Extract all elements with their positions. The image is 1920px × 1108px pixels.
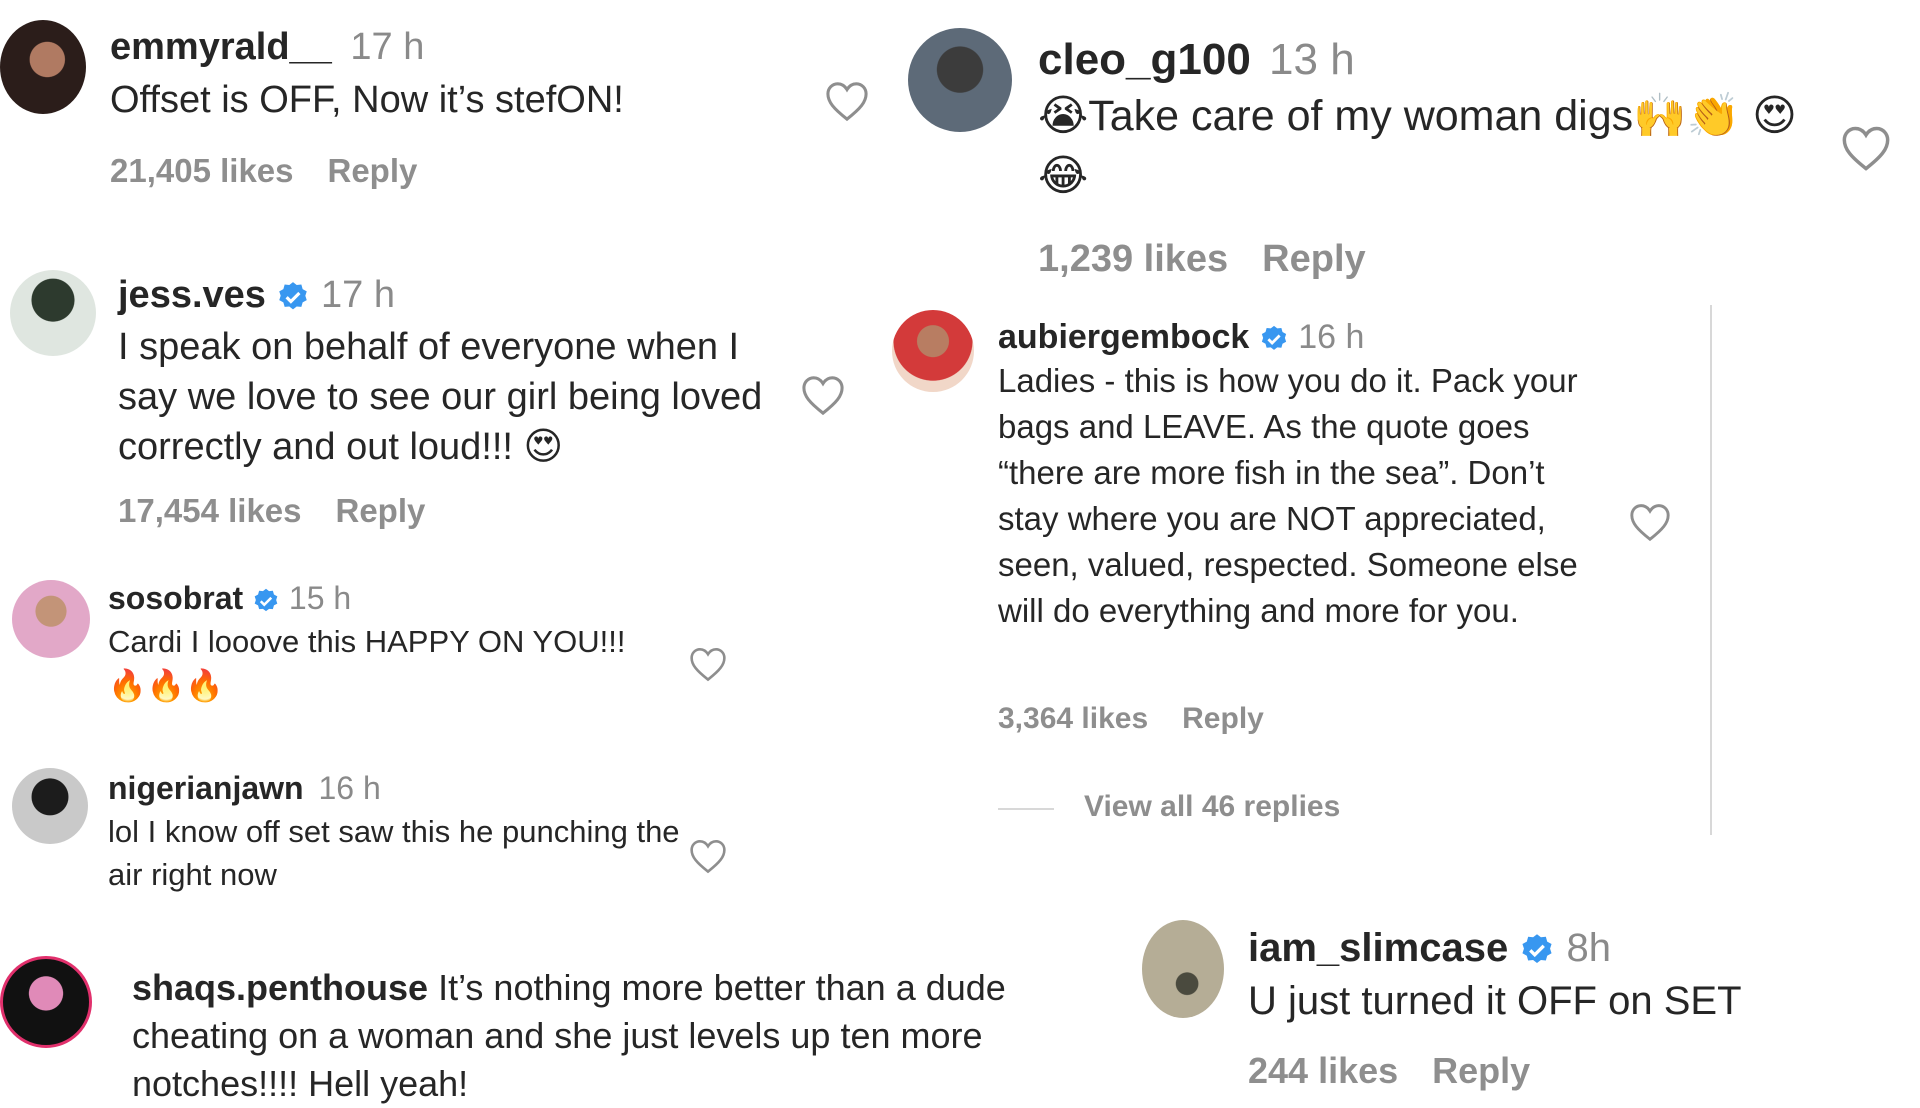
username[interactable]: jess.ves bbox=[118, 274, 266, 316]
likes-count[interactable]: 244 likes bbox=[1248, 1050, 1398, 1091]
comment-aubiergembock: aubiergembock 16 h Ladies - this is how … bbox=[880, 300, 1740, 840]
heart-icon[interactable] bbox=[800, 374, 846, 416]
verified-badge-icon bbox=[254, 588, 278, 611]
comment-header: emmyrald__ 17 h bbox=[110, 28, 424, 66]
comment-iam-slimcase: iam_slimcase 8h U just turned it OFF on … bbox=[1130, 900, 1920, 1091]
verified-badge-icon bbox=[1261, 325, 1286, 350]
avatar[interactable] bbox=[12, 580, 90, 658]
username[interactable]: nigerianjawn bbox=[108, 770, 304, 806]
timestamp: 13 h bbox=[1269, 35, 1355, 84]
timestamp: 16 h bbox=[318, 770, 381, 806]
replies-divider bbox=[998, 808, 1054, 810]
avatar[interactable] bbox=[892, 310, 974, 392]
comment-text: U just turned it OFF on SET bbox=[1248, 979, 1742, 1023]
username[interactable]: sosobrat bbox=[108, 580, 243, 616]
comment-header: iam_slimcase 8h bbox=[1248, 928, 1611, 968]
thread-line bbox=[1710, 305, 1712, 835]
heart-icon[interactable] bbox=[1628, 502, 1672, 542]
comment-header: nigerianjawn 16 h bbox=[108, 772, 381, 804]
username[interactable]: iam_slimcase bbox=[1248, 926, 1508, 970]
username[interactable]: cleo_g100 bbox=[1038, 35, 1251, 84]
comment-meta: 17,454 likes Reply bbox=[118, 492, 425, 530]
likes-count[interactable]: 17,454 likes bbox=[118, 492, 302, 529]
comment-emmyrald: emmyrald__ 17 h Offset is OFF, Now it’s … bbox=[0, 0, 900, 210]
comment-sosobrat: sosobrat 15 h Cardi I looove this HAPPY … bbox=[0, 560, 760, 740]
comment-text: Cardi I looove this HAPPY ON YOU!!! 🔥🔥🔥 bbox=[108, 624, 626, 703]
avatar[interactable] bbox=[1142, 920, 1224, 1018]
comment-text: I speak on behalf of everyone when I say… bbox=[118, 326, 763, 468]
username[interactable]: aubiergembock bbox=[998, 318, 1249, 356]
comment-header: aubiergembock 16 h bbox=[998, 320, 1364, 354]
heart-icon[interactable] bbox=[688, 646, 728, 682]
comment-meta: 21,405 likes Reply bbox=[110, 152, 417, 190]
comment-shaqs-penthouse: shaqs.penthouse It’s nothing more better… bbox=[0, 950, 1140, 1104]
heart-icon[interactable] bbox=[688, 838, 728, 874]
likes-count[interactable]: 21,405 likes bbox=[110, 152, 294, 189]
reply-button[interactable]: Reply bbox=[1182, 702, 1264, 735]
comment-text: lol I know off set saw this he punching … bbox=[108, 814, 680, 892]
comment-text: shaqs.penthouse It’s nothing more better… bbox=[132, 964, 1132, 1108]
verified-badge-icon bbox=[1522, 934, 1552, 964]
timestamp: 16 h bbox=[1298, 318, 1365, 356]
avatar[interactable] bbox=[0, 20, 86, 114]
likes-count[interactable]: 1,239 likes bbox=[1038, 238, 1228, 280]
comment-text: 😭Take care of my woman digs🙌👏 😍😂 bbox=[1038, 92, 1797, 200]
avatar[interactable] bbox=[0, 956, 92, 1048]
view-replies-link[interactable]: View all 46 replies bbox=[1084, 790, 1340, 824]
avatar[interactable] bbox=[10, 270, 96, 356]
comment-text: Ladies - this is how you do it. Pack you… bbox=[998, 362, 1578, 629]
comment-jess-ves: jess.ves 17 h I speak on behalf of every… bbox=[0, 250, 900, 540]
comment-meta: 3,364 likes Reply bbox=[998, 702, 1264, 736]
timestamp: 17 h bbox=[350, 26, 425, 68]
verified-badge-icon bbox=[279, 282, 308, 310]
reply-button[interactable]: Reply bbox=[1262, 238, 1365, 280]
reply-button[interactable]: Reply bbox=[336, 492, 426, 529]
heart-icon[interactable] bbox=[1840, 124, 1892, 172]
timestamp: 15 h bbox=[288, 580, 352, 616]
comment-header: jess.ves 17 h bbox=[118, 276, 395, 314]
comment-nigerianjawn: nigerianjawn 16 h lol I know off set saw… bbox=[0, 750, 760, 920]
comment-header: cleo_g100 13 h bbox=[1038, 38, 1355, 82]
username[interactable]: shaqs.penthouse bbox=[132, 967, 428, 1008]
avatar[interactable] bbox=[908, 28, 1012, 132]
username[interactable]: emmyrald__ bbox=[110, 26, 332, 68]
heart-icon[interactable] bbox=[824, 80, 870, 122]
comment-header: sosobrat 15 h bbox=[108, 582, 351, 615]
reply-button[interactable]: Reply bbox=[1432, 1050, 1530, 1091]
timestamp: 17 h bbox=[321, 274, 396, 316]
reply-button[interactable]: Reply bbox=[328, 152, 418, 189]
timestamp: 8h bbox=[1566, 926, 1611, 970]
avatar[interactable] bbox=[12, 768, 88, 844]
comment-cleo-g100: cleo_g100 13 h 😭Take care of my woman di… bbox=[900, 0, 1920, 290]
comment-text: Offset is OFF, Now it’s stefON! bbox=[110, 79, 624, 121]
comment-meta: 1,239 likes Reply bbox=[1038, 238, 1366, 281]
likes-count[interactable]: 3,364 likes bbox=[998, 702, 1148, 735]
comment-meta: 244 likes Reply bbox=[1248, 1050, 1530, 1092]
